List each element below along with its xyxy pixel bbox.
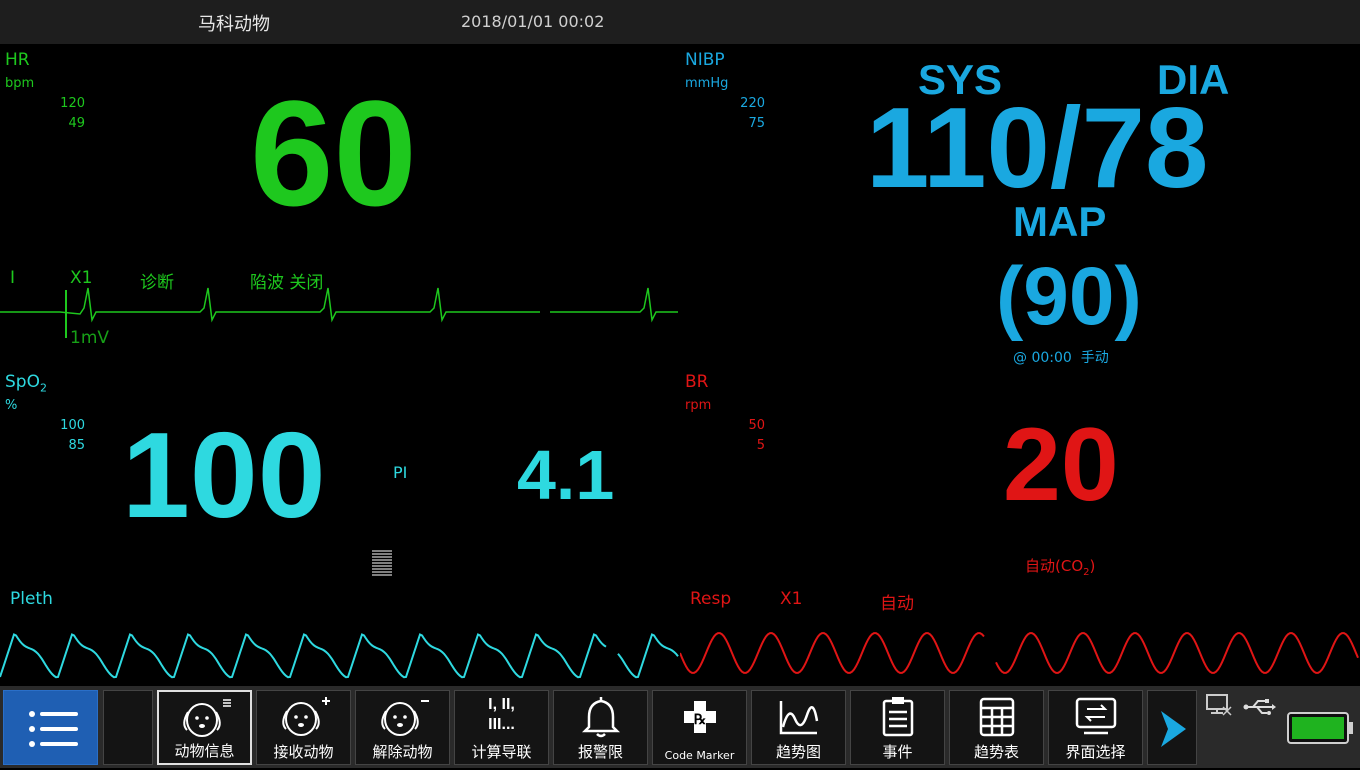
code-marker-button[interactable]: ℞ Code Marker: [652, 690, 747, 765]
clipboard-icon: [882, 697, 913, 737]
patient-info-button[interactable]: 动物信息: [157, 690, 252, 765]
hr-limit-low: 49: [68, 116, 85, 131]
menu-icon: [29, 711, 78, 747]
nibp-value[interactable]: 110/78: [866, 92, 1208, 206]
nibp-label[interactable]: NIBP: [685, 50, 725, 70]
events-button[interactable]: 事件: [850, 690, 945, 765]
table-grid-icon: [979, 697, 1014, 737]
hr-label[interactable]: HR: [5, 50, 30, 70]
bell-icon: [581, 697, 620, 738]
nibp-limit-high: 220: [740, 96, 765, 111]
hr-value[interactable]: 60: [250, 78, 417, 228]
dog-add-icon: [281, 697, 330, 736]
pleth-label[interactable]: Pleth: [10, 589, 53, 609]
br-limit-high: 50: [748, 418, 765, 433]
nibp-limit-low: 75: [748, 116, 765, 131]
hr-limit-high: 120: [60, 96, 85, 111]
rx-cross-icon: ℞: [683, 701, 716, 733]
br-value[interactable]: 20: [1003, 410, 1119, 520]
trend-table-button[interactable]: 趋势表: [949, 690, 1044, 765]
svg-text:℞: ℞: [693, 711, 706, 727]
blank-button[interactable]: [103, 690, 153, 765]
br-source: 自动(CO2): [1025, 557, 1096, 578]
network-disconnected-icon: [1206, 694, 1232, 716]
nibp-unit: mmHg: [685, 76, 729, 91]
spo2-value[interactable]: 100: [122, 410, 326, 540]
trend-graph-icon: [779, 701, 818, 735]
admit-patient-button[interactable]: 接收动物: [256, 690, 351, 765]
dog-remove-icon: [380, 700, 429, 736]
code-marker-label: Code Marker: [664, 749, 735, 762]
events-label: 事件: [882, 743, 913, 761]
patient-info-label: 动物信息: [174, 742, 235, 760]
pi-value[interactable]: 4.1: [517, 440, 614, 510]
discharge-patient-label: 解除动物: [372, 743, 433, 761]
discharge-patient-button[interactable]: 解除动物: [355, 690, 450, 765]
trend-table-label: 趋势表: [973, 743, 1019, 761]
datetime: 2018/01/01 00:02: [461, 12, 605, 31]
spo2-limit-high: 100: [60, 418, 85, 433]
leads-icon: I, II, III...: [488, 696, 515, 733]
arrow-right-icon: [1161, 711, 1186, 747]
spo2-limit-low: 85: [68, 438, 85, 453]
usb-icon: [1243, 699, 1276, 715]
nibp-time-info: @ 00:00 手动: [1013, 350, 1109, 366]
next-page-button[interactable]: [1147, 690, 1197, 765]
patient-name[interactable]: 马科动物: [198, 10, 270, 36]
main-menu-button[interactable]: [3, 690, 98, 765]
br-unit: rpm: [685, 398, 712, 413]
battery-icon: [1287, 712, 1353, 744]
br-label[interactable]: BR: [685, 372, 708, 392]
nibp-map-value[interactable]: (90): [996, 252, 1142, 342]
calc-lead-button[interactable]: I, II, III... 计算导联: [454, 690, 549, 765]
resp-label[interactable]: Resp: [690, 589, 731, 609]
resp-waveform: [680, 632, 1359, 674]
admit-patient-label: 接收动物: [273, 743, 334, 761]
nibp-map-label: MAP: [1013, 198, 1107, 245]
resp-mode[interactable]: 自动: [880, 589, 914, 614]
trend-graph-button[interactable]: 趋势图: [751, 690, 846, 765]
calc-lead-label: 计算导联: [471, 743, 532, 761]
dog-info-icon: [182, 699, 231, 737]
spo2-unit: %: [5, 398, 18, 413]
resp-gain[interactable]: X1: [780, 589, 802, 609]
trend-graph-label: 趋势图: [775, 743, 821, 761]
pleth-waveform: [0, 633, 679, 679]
screen-switch-icon: [1075, 697, 1116, 735]
ecg-waveform: [0, 287, 678, 338]
screen-select-label: 界面选择: [1065, 743, 1126, 761]
alarm-limit-label: 报警限: [577, 743, 623, 761]
br-limit-low: 5: [756, 438, 765, 453]
hr-unit: bpm: [5, 76, 35, 91]
signal-bar-icon: [372, 550, 392, 576]
screen-select-button[interactable]: 界面选择: [1048, 690, 1143, 765]
pi-label: PI: [393, 463, 408, 482]
alarm-limit-button[interactable]: 报警限: [553, 690, 648, 765]
spo2-label[interactable]: SpO2: [5, 372, 47, 394]
